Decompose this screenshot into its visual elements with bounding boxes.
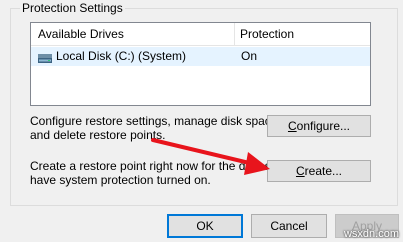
drive-row[interactable]: Local Disk (C:) (System) On (31, 47, 370, 66)
configure-button[interactable]: Configure... (267, 115, 371, 137)
column-header-drives[interactable]: Available Drives (31, 23, 235, 45)
create-button[interactable]: Create... (267, 160, 371, 182)
group-title: Protection Settings (20, 1, 125, 15)
create-description: Create a restore point right now for the… (30, 159, 271, 187)
drives-list[interactable]: Available Drives Protection Local Disk (… (30, 22, 371, 106)
drive-name: Local Disk (C:) (System) (56, 49, 187, 63)
watermark: wsxdn.com (343, 228, 399, 240)
disk-icon (38, 51, 52, 63)
ok-button[interactable]: OK (167, 214, 243, 238)
column-header-protection[interactable]: Protection (235, 23, 370, 45)
list-header: Available Drives Protection (31, 23, 370, 46)
cancel-button[interactable]: Cancel (251, 214, 327, 238)
drive-protection-status: On (241, 49, 258, 63)
drive-name-cell: Local Disk (C:) (System) (31, 47, 235, 66)
configure-description: Configure restore settings, manage disk … (30, 114, 281, 142)
